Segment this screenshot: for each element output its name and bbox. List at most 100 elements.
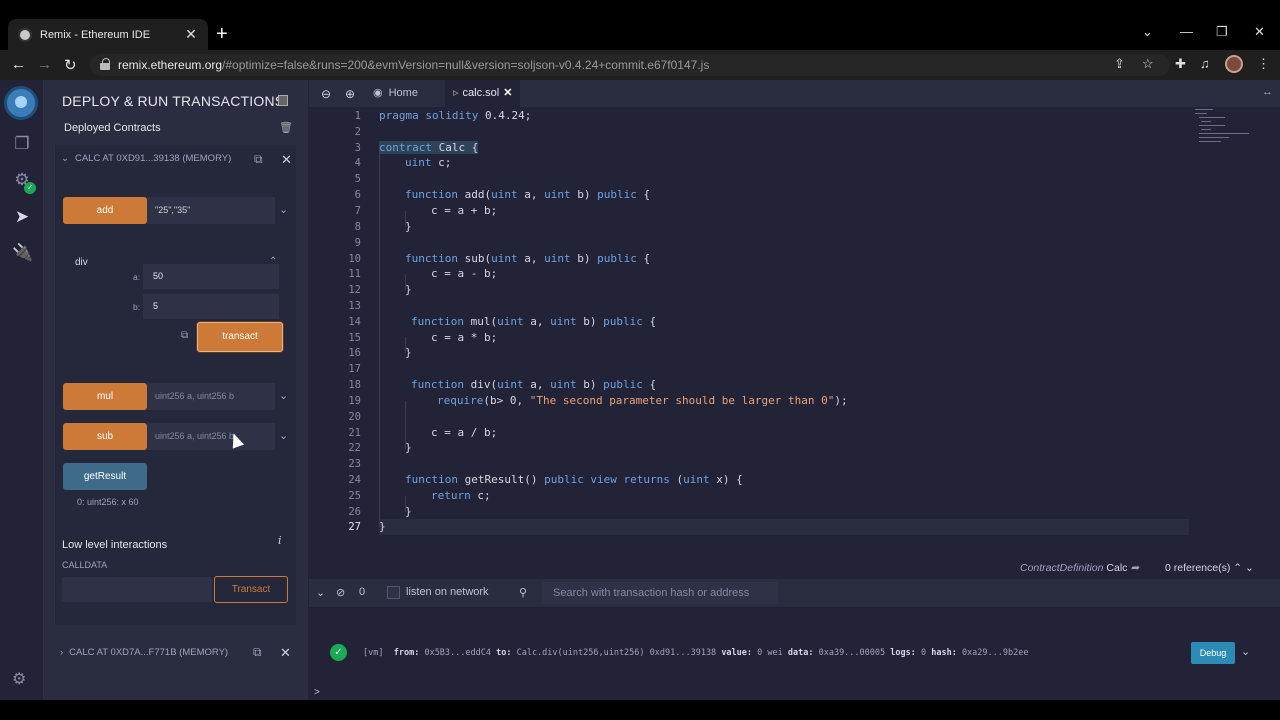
settings-gear-icon[interactable]: ⚙ [12, 669, 26, 689]
zoom-out-icon[interactable]: ⊖ [321, 87, 331, 101]
contract-2-address-label: CALC AT 0XD7A...F771B (MEMORY) [69, 647, 229, 658]
contract-definition-label: ContractDefinition Calc ➦ [1020, 562, 1140, 574]
close-window-icon[interactable]: ✕ [1254, 24, 1265, 40]
listen-network-checkbox[interactable] [387, 586, 400, 599]
clear-console-icon[interactable]: ⊘ [336, 586, 345, 599]
share-icon[interactable]: ⇪ [1114, 56, 1125, 72]
mul-args-input[interactable]: uint256 a, uint256 b [147, 383, 275, 410]
expand-tx-chevron-icon[interactable]: ⌄ [1241, 645, 1250, 658]
code-editor[interactable]: 1 2 3 4 5 6 7 8 9 10 11 12 13 14 15 16 1… [309, 107, 1280, 557]
url-field[interactable]: remix.ethereum.org/#optimize=false&runs=… [90, 54, 1170, 76]
listen-network-label: listen on network [406, 586, 489, 598]
forward-arrow-icon[interactable]: → [37, 56, 52, 73]
bookmark-star-icon[interactable]: ☆ [1142, 56, 1154, 72]
param-a-input[interactable]: 50 [143, 264, 279, 289]
remix-logo-icon[interactable] [4, 86, 38, 120]
copy-calldata-icon[interactable]: ⧉ [181, 330, 188, 341]
code-line: c = a + b; [431, 204, 498, 217]
profile-avatar[interactable] [1225, 55, 1243, 73]
add-expand-chevron-icon[interactable]: ⌄ [279, 203, 288, 216]
mul-expand-chevron-icon[interactable]: ⌄ [279, 389, 288, 402]
contract-instance-calc: ⌄ CALC AT 0XD91...39138 (MEMORY) ⧉ ✕ add … [54, 145, 296, 625]
expand-panel-icon[interactable]: ↔ [1262, 86, 1273, 98]
tab-calc-sol[interactable]: ▹ calc.sol ✕ [445, 80, 521, 107]
tab-calc-sol-label: calc.sol [462, 87, 500, 99]
contract-instance-header[interactable]: ⌄ CALC AT 0XD91...39138 (MEMORY) [61, 153, 231, 164]
terminal-search-input[interactable]: Search with transaction hash or address [542, 582, 778, 604]
sub-button[interactable]: sub [63, 423, 147, 450]
copy-address-2-icon[interactable]: ⧉ [253, 645, 262, 660]
goto-definition-icon[interactable]: ➦ [1130, 562, 1139, 574]
file-explorer-icon[interactable]: ❐ [12, 134, 32, 154]
sub-expand-chevron-icon[interactable]: ⌄ [279, 429, 288, 442]
collapse-terminal-icon[interactable]: ⌄ [316, 586, 325, 599]
new-tab-button[interactable]: + [216, 24, 228, 44]
line-number: 8 [354, 221, 361, 233]
browser-tab[interactable]: Remix - Ethereum IDE ✕ [8, 19, 208, 50]
param-b-input[interactable]: 5 [143, 294, 279, 319]
code-line: contract Calc { [379, 141, 479, 154]
code-line: function sub(uint a, uint b) public { [405, 252, 651, 265]
minimize-icon[interactable]: — [1180, 24, 1193, 39]
debug-button[interactable]: Debug [1191, 642, 1235, 664]
deploy-run-icon[interactable]: ➤ [12, 207, 32, 227]
info-icon[interactable]: i [278, 534, 282, 547]
back-arrow-icon[interactable]: ← [11, 56, 26, 73]
url-path: /#optimize=false&runs=200&evmVersion=nul… [222, 58, 710, 72]
chevron-up-icon[interactable]: ⌃ [1233, 562, 1242, 574]
line-number: 1 [354, 110, 361, 122]
zoom-in-icon[interactable]: ⊕ [345, 87, 355, 101]
code-line: } [405, 505, 412, 518]
mul-button[interactable]: mul [63, 383, 147, 410]
low-level-title: Low level interactions [62, 539, 168, 551]
chevron-down-icon[interactable]: ⌄ [1245, 562, 1254, 574]
clear-instances-trash-icon[interactable]: 🗑 [279, 121, 293, 134]
sub-args-input[interactable]: uint256 a, uint256 b [147, 423, 275, 450]
code-line: function add(uint a, uint b) public { [405, 188, 651, 201]
browser-menu-icon[interactable]: ⋮ [1257, 56, 1270, 72]
reload-icon[interactable]: ↻ [64, 56, 77, 74]
compile-success-badge-icon: ✓ [24, 182, 36, 194]
restore-icon[interactable]: ❐ [1216, 24, 1228, 40]
code-line: c = a - b; [431, 267, 498, 280]
minimap[interactable] [1193, 107, 1259, 147]
code-line: uint c; [405, 156, 452, 169]
chevron-down-icon: ⌄ [61, 153, 69, 164]
contract-instance-2-header[interactable]: › CALC AT 0XD7A...F771B (MEMORY) [60, 647, 228, 658]
div-transact-button[interactable]: transact [197, 322, 283, 352]
transaction-log-line[interactable]: [vm] from: 0x5B3...eddC4 to: Calc.div(ui… [363, 648, 1028, 658]
add-button[interactable]: add [63, 197, 147, 224]
param-b-label: b: [133, 302, 141, 312]
remove-instance-2-icon[interactable]: ✕ [280, 645, 291, 661]
close-file-icon[interactable]: ✕ [503, 87, 512, 99]
line-number: 22 [348, 442, 361, 454]
line-number: 15 [348, 332, 361, 344]
terminal-output: ✓ [vm] from: 0x5B3...eddC4 to: Calc.div(… [309, 607, 1280, 700]
remove-instance-icon[interactable]: ✕ [281, 152, 292, 168]
line-number: 23 [348, 458, 361, 470]
search-icon: ⚲ [519, 587, 528, 599]
console-prompt[interactable]: > [314, 687, 320, 698]
tab-search-icon[interactable]: ⌄ [1142, 24, 1153, 40]
media-control-icon[interactable]: ♫ [1200, 56, 1210, 71]
extensions-puzzle-icon[interactable]: ✚ [1175, 56, 1186, 72]
div-function-label: div [75, 257, 88, 268]
calldata-input[interactable] [62, 577, 212, 602]
panel-doc-icon[interactable] [278, 95, 288, 106]
plugin-manager-icon[interactable]: 🔌 [12, 243, 33, 263]
close-tab-icon[interactable]: ✕ [184, 26, 198, 43]
getresult-button[interactable]: getResult [63, 463, 147, 490]
tab-home-label: Home [388, 87, 418, 99]
low-level-transact-button[interactable]: Transact [214, 576, 288, 603]
copy-address-icon[interactable]: ⧉ [254, 152, 263, 167]
line-number: 25 [348, 490, 361, 502]
current-line-highlight [379, 519, 1189, 535]
browser-tabstrip: Remix - Ethereum IDE ✕ + ⌄ — ❐ ✕ [0, 0, 1280, 50]
line-number: 21 [348, 427, 361, 439]
code-line: function getResult() public view returns… [405, 473, 743, 486]
add-args-input[interactable]: "25","35" [147, 197, 275, 224]
line-number: 5 [354, 173, 361, 185]
address-bar: ← → ↻ remix.ethereum.org/#optimize=false… [0, 50, 1280, 80]
line-number: 9 [354, 237, 361, 249]
tab-home[interactable]: ◉ Home [373, 80, 418, 107]
